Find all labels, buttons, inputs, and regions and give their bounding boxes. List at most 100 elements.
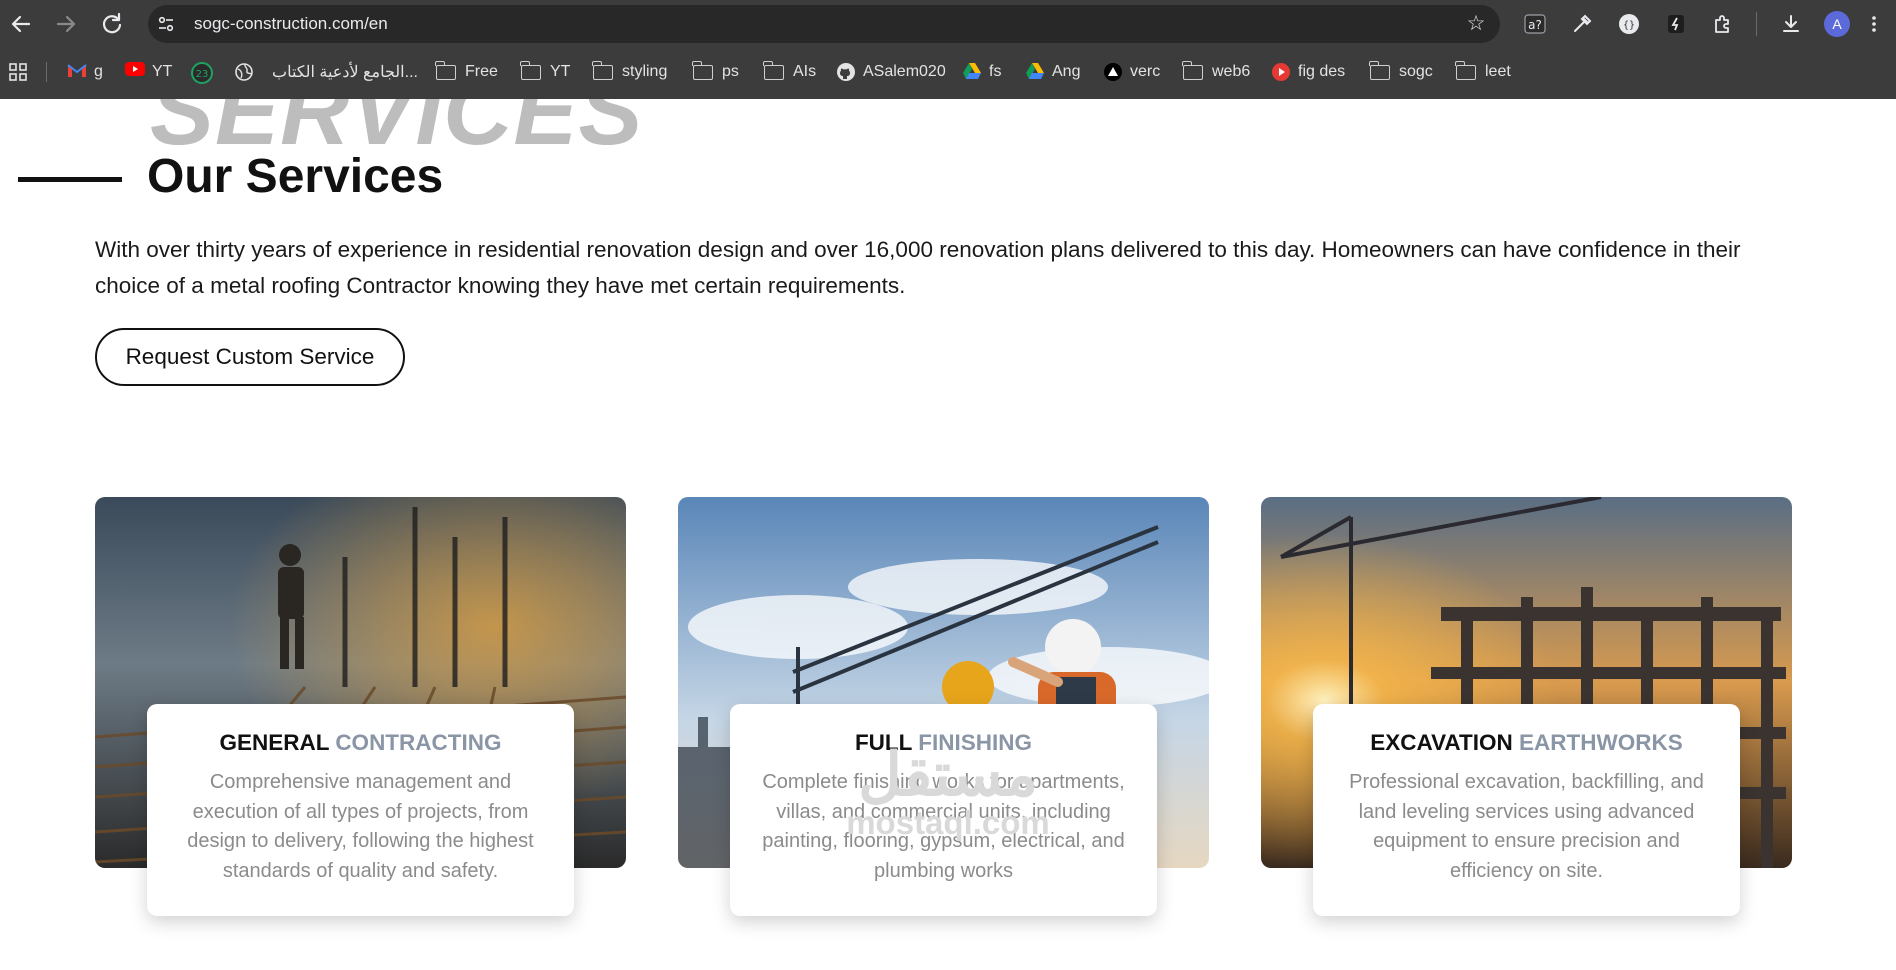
service-card-content: GENERAL CONTRACTING Comprehensive manage… <box>147 704 574 916</box>
bookmark-item[interactable]: g <box>67 60 103 84</box>
title-accent-line <box>18 177 122 182</box>
folder-icon <box>1455 60 1476 80</box>
bookmark-folder[interactable]: YT <box>520 60 571 84</box>
bookmarks-bar: g YT 23 الجامع لأدعية الكتاب... Free YT … <box>0 50 1896 94</box>
bookmark-folder[interactable]: Free <box>435 60 498 84</box>
svg-text:a?: a? <box>1528 18 1542 32</box>
bookmark-item[interactable]: YT <box>125 60 172 84</box>
bookmark-folder[interactable]: leet <box>1455 60 1511 84</box>
folder-icon <box>435 60 456 80</box>
url-text[interactable]: sogc-construction.com/en <box>194 5 388 43</box>
translate-icon[interactable]: a? <box>1523 12 1547 36</box>
reload-button[interactable] <box>96 8 128 40</box>
bookmark-label: ASalem020 <box>863 63 946 80</box>
puzzle-icon[interactable] <box>1711 12 1735 36</box>
intro-paragraph: With over thirty years of experience in … <box>95 237 1741 298</box>
apps-grid-icon[interactable] <box>8 60 28 84</box>
service-card-general-contracting[interactable]: GENERAL CONTRACTING Comprehensive manage… <box>95 497 626 916</box>
bookmark-label: Ang <box>1052 63 1081 80</box>
download-icon[interactable] <box>1779 12 1803 36</box>
bookmark-item[interactable]: fig des <box>1271 60 1345 84</box>
service-title: EXCAVATION EARTHWORKS <box>1313 730 1740 756</box>
bookmark-folder[interactable]: ps <box>692 60 739 84</box>
bookmark-label: الجامع لأدعية الكتاب... <box>272 64 418 81</box>
profile-avatar[interactable]: A <box>1824 11 1850 37</box>
bookmark-label: verc <box>1130 63 1161 80</box>
bookmark-label: leet <box>1485 63 1511 80</box>
service-description: Professional excavation, backfilling, an… <box>1349 771 1704 882</box>
bookmark-label: fig des <box>1298 63 1346 80</box>
bookmarks-divider <box>46 62 47 82</box>
service-card-content: EXCAVATION EARTHWORKS Professional excav… <box>1313 704 1740 916</box>
site-settings-icon[interactable] <box>156 14 176 34</box>
bookmark-folder[interactable]: sogc <box>1369 60 1433 84</box>
service-title-accent: CONTRACTING <box>335 730 502 755</box>
youtube-icon <box>125 62 145 82</box>
bookmark-item[interactable]: الجامع لأدعية الكتاب... <box>272 60 418 84</box>
bookmark-folder[interactable]: web6 <box>1182 60 1251 84</box>
back-arrow-icon <box>11 15 31 33</box>
bookmark-label: YT <box>550 63 571 80</box>
section-title: Our Services <box>147 150 444 203</box>
bookmark-item[interactable]: ASalem020 <box>836 60 946 84</box>
menu-kebab-icon[interactable] <box>1862 12 1886 36</box>
eyedropper-icon[interactable] <box>1570 12 1594 36</box>
folder-icon <box>692 60 713 80</box>
bookmark-folder[interactable]: AIs <box>763 60 817 84</box>
bookmark-label: g <box>94 63 103 80</box>
globe-icon <box>234 62 254 82</box>
bookmark-item[interactable]: 23 <box>191 60 218 84</box>
page-content: SERVICES Our Services With over thirty y… <box>0 99 1896 970</box>
back-button[interactable] <box>5 8 37 40</box>
request-custom-service-button[interactable]: Request Custom Service <box>95 328 405 386</box>
browser-toolbar: sogc-construction.com/en ☆ a? {} A <box>0 0 1896 48</box>
folder-icon <box>592 60 613 80</box>
bookmark-label: web6 <box>1212 63 1251 80</box>
ink-icon[interactable] <box>1664 12 1688 36</box>
service-title-accent: EARTHWORKS <box>1519 730 1683 755</box>
service-card-excavation-earthworks[interactable]: EXCAVATION EARTHWORKS Professional excav… <box>1261 497 1792 916</box>
service-card-content: FULL FINISHING Complete finishing works … <box>730 704 1157 916</box>
service-title: FULL FINISHING <box>730 730 1157 756</box>
vercel-icon <box>1103 62 1123 82</box>
folder-icon <box>1369 60 1390 80</box>
dev-icon[interactable]: {} <box>1617 12 1641 36</box>
bookmark-label: YT <box>152 63 173 80</box>
address-bar[interactable]: sogc-construction.com/en ☆ <box>148 5 1500 43</box>
service-title: GENERAL CONTRACTING <box>147 730 574 756</box>
reload-icon <box>102 12 122 34</box>
bookmark-label: AIs <box>793 63 817 80</box>
badge-count: 23 <box>196 69 209 80</box>
forward-arrow-icon <box>56 15 76 33</box>
badge-23-icon: 23 <box>191 62 213 84</box>
svg-text:{}: {} <box>1623 20 1635 31</box>
bookmark-item[interactable]: Ang <box>1025 60 1080 84</box>
folder-icon <box>1182 60 1203 80</box>
gmail-icon <box>67 62 87 82</box>
service-description: Comprehensive management and execution o… <box>187 771 534 882</box>
service-title-main: FULL <box>854 730 913 755</box>
toolbar-divider <box>1756 12 1757 36</box>
bookmark-item[interactable]: fs <box>962 60 1001 84</box>
bookmark-folder[interactable]: styling <box>592 60 668 84</box>
folder-icon <box>520 60 541 80</box>
bookmark-label: sogc <box>1399 63 1433 80</box>
youtube-icon <box>1271 62 1291 82</box>
folder-icon <box>763 60 784 80</box>
service-title-accent: FINISHING <box>918 730 1033 755</box>
browser-chrome: sogc-construction.com/en ☆ a? {} A g YT … <box>0 0 1896 99</box>
service-title-main: GENERAL <box>219 730 330 755</box>
bookmark-item[interactable]: verc <box>1103 60 1160 84</box>
drive-icon <box>962 62 982 82</box>
bookmark-label: ps <box>722 63 739 80</box>
github-icon <box>836 62 856 82</box>
bookmark-label: Free <box>465 63 498 80</box>
service-title-main: EXCAVATION <box>1370 730 1513 755</box>
bookmark-label: fs <box>989 63 1002 80</box>
bookmark-label: styling <box>622 63 668 80</box>
forward-button[interactable] <box>50 8 82 40</box>
bookmark-star-icon[interactable]: ☆ <box>1464 12 1488 36</box>
service-card-full-finishing[interactable]: FULL FINISHING Complete finishing works … <box>678 497 1209 916</box>
bookmark-item[interactable] <box>234 60 261 84</box>
drive-icon <box>1025 62 1045 82</box>
